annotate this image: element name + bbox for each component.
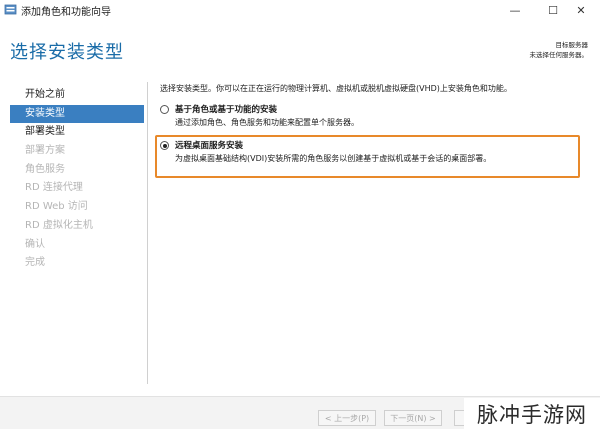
main-content: 选择安装类型。你可以在正在运行的物理计算机、虚拟机或脱机虚拟硬盘(VHD)上安装… — [160, 83, 590, 163]
sidebar-item-deployment-scenario: 部署方案 — [25, 145, 65, 157]
sidebar-divider — [147, 82, 148, 384]
site-watermark: 脉冲手游网 — [464, 398, 600, 429]
target-server-info: 目标服务器 未选择任何服务器。 — [530, 40, 589, 60]
minimize-button[interactable]: — — [496, 0, 534, 20]
sidebar-item-deployment-type[interactable]: 部署类型 — [10, 123, 144, 142]
sidebar-item-rd-connection-broker: RD 连接代理 — [25, 182, 83, 194]
title-bar: 添加角色和功能向导 — ☐ ✕ — [0, 0, 600, 20]
close-button[interactable]: ✕ — [562, 0, 600, 20]
wizard-steps-sidebar: 开始之前 安装类型 部署类型 部署方案 角色服务 RD 连接代理 RD Web … — [10, 86, 144, 273]
option-role-based-title[interactable]: 基于角色或基于功能的安装 — [175, 103, 277, 115]
selection-highlight-box — [155, 135, 580, 178]
target-server-label: 目标服务器 — [555, 41, 589, 49]
intro-text: 选择安装类型。你可以在正在运行的物理计算机、虚拟机或脱机虚拟硬盘(VHD)上安装… — [160, 84, 512, 93]
sidebar-item-rd-web-access: RD Web 访问 — [25, 201, 88, 213]
option-role-based-description: 通过添加角色、角色服务和功能来配置单个服务器。 — [175, 118, 359, 127]
window-title: 添加角色和功能向导 — [21, 7, 111, 18]
target-server-value: 未选择任何服务器。 — [529, 51, 589, 59]
sidebar-item-role-services: 角色服务 — [25, 163, 65, 175]
sidebar-item-confirmation: 确认 — [25, 238, 45, 250]
sidebar-item-rd-virtualization-host: RD 虚拟化主机 — [25, 219, 93, 231]
radio-role-based[interactable] — [160, 105, 169, 114]
sidebar-item-before-you-begin[interactable]: 开始之前 — [10, 86, 144, 105]
previous-button[interactable]: < 上一步(P) — [318, 410, 376, 426]
sidebar-item-installation-type[interactable]: 安装类型 — [10, 104, 144, 124]
sidebar-item-completion: 完成 — [25, 257, 45, 269]
next-button[interactable]: 下一页(N) > — [384, 410, 442, 426]
page-title: 选择安装类型 — [10, 42, 124, 63]
server-manager-icon — [4, 4, 17, 15]
